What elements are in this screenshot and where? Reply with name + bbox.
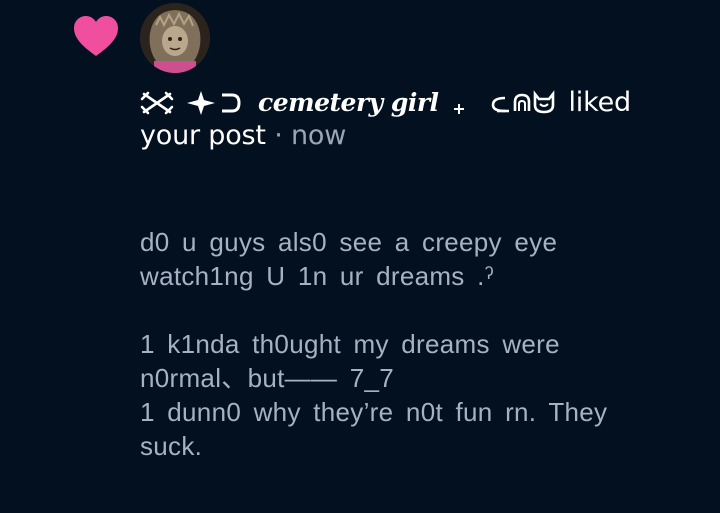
small-plus-icon (453, 103, 464, 114)
avatar-image (140, 3, 210, 73)
separator: · (274, 120, 283, 151)
username-row[interactable]: cemetery girl liked (140, 86, 710, 119)
post-line: d0 u guys als0 see a creepy eye (140, 227, 558, 257)
action-text: liked (568, 87, 632, 118)
post-line: watch1ng U 1n ur dreams .ˀ (140, 261, 495, 291)
display-name[interactable]: cemetery girl (258, 86, 439, 119)
post-line: n0rmal、but—— 7_7 (140, 363, 395, 393)
timestamp: now (290, 120, 347, 151)
post-line: 1 k1nda th0ught my dreams were (140, 329, 560, 359)
post-preview[interactable]: d0 u guys als0 see a creepy eye watch1ng… (140, 225, 700, 463)
arc-icon (222, 93, 241, 112)
cat-face-icon (491, 89, 554, 113)
sparkle-icon (187, 90, 215, 115)
post-line: 1 dunn0 why they’re n0t fun rn. They (140, 397, 608, 427)
heart-icon (74, 16, 118, 56)
avatar[interactable] (140, 3, 210, 73)
post-line: suck. (140, 431, 203, 461)
post-line-break (140, 293, 700, 327)
object-link[interactable]: your post (140, 120, 266, 151)
notification-headline: cemetery girl liked your post · now (140, 86, 710, 152)
crossed-swords-icon (140, 91, 174, 114)
